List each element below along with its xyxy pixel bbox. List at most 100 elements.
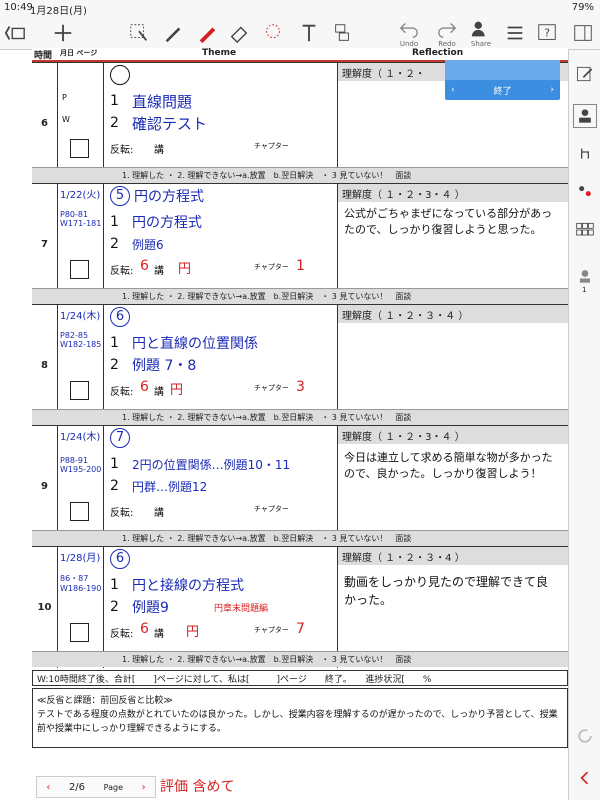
done-checkbox[interactable]	[70, 139, 89, 158]
reflection-text: 今日は連立して求める簡単な物が多かったので、良かった。しっかり復習しよう！	[344, 451, 553, 480]
theme-cell[interactable]: 5 円の方程式 1 円の方程式 2 例題6 反転: 6 講 円 チャプター 1	[104, 184, 338, 305]
summary-text: テストである程度の点数がとれていたのは良かった。しかし、授業内容を理解するのが遅…	[37, 710, 558, 734]
date-text: 1/24(木)	[60, 311, 101, 322]
hand-raise-button[interactable]	[573, 140, 597, 164]
theme-line2: 円群…例題12	[132, 480, 208, 494]
hanten-label: 反転:	[110, 145, 134, 156]
date-cell[interactable]: 1/24(木) P88-91 W195-200 点	[58, 426, 104, 547]
table-row: 10 1/28(月) 86・87 W186-190 点 6 1 円と接線の方程式…	[32, 546, 568, 668]
theme-number: 6	[110, 307, 130, 327]
row-number: 9	[32, 426, 58, 547]
header-theme: Theme	[202, 48, 237, 58]
next-page-button[interactable]: ›	[142, 782, 146, 793]
progress-line[interactable]: W:10時間終了後、合計[ ]ページに対して、私は[ ]ページ 終了。 進捗状況…	[32, 670, 568, 686]
group-button[interactable]	[573, 180, 597, 204]
understanding-strip: 1. 理解した ・ 2. 理解できない→a.放置 b.翌日解決 ・ 3 見ていな…	[32, 167, 568, 183]
select-tool[interactable]	[128, 18, 150, 48]
collapse-button[interactable]	[572, 18, 594, 48]
eraser-tool[interactable]	[228, 18, 250, 48]
shape-tool[interactable]	[332, 18, 354, 48]
theme-number: 6	[110, 549, 130, 569]
page-indicator: 2/6	[68, 781, 86, 793]
theme-cell[interactable]: 6 1 円と接線の方程式 2 例題9 円章末問題編 反転: 6 講 円 チャプタ…	[104, 547, 338, 668]
date-cell[interactable]: P W 点	[58, 63, 104, 184]
undo-label: Undo	[399, 40, 419, 48]
understanding-scale: 理解度（ １・２・３・4 ）	[338, 547, 568, 565]
marker-tool[interactable]	[196, 18, 218, 48]
help-button[interactable]: ?	[536, 18, 558, 48]
chapter-label: チャプター	[254, 505, 289, 513]
done-checkbox[interactable]	[70, 502, 89, 521]
reflection-cell[interactable]: 理解度（ １・２・3・４ ） 公式がごちゃまぜになっている部分があったので、しっ…	[338, 184, 568, 305]
done-checkbox[interactable]	[70, 381, 89, 400]
chevron-left-icon	[580, 771, 589, 785]
understanding-strip: 1. 理解した ・ 2. 理解できない→a.放置 b.翌日解決 ・ 3 見ていな…	[32, 530, 568, 546]
reflection-cell[interactable]: 理解度（ １・２・３・４ ）	[338, 305, 568, 426]
redo-button[interactable]: Redo	[436, 18, 458, 48]
shape-icon	[335, 24, 349, 41]
done-checkbox[interactable]	[70, 623, 89, 642]
prev-page-button[interactable]: ‹	[46, 782, 50, 793]
menu-button[interactable]	[504, 18, 526, 48]
table-row: 9 1/24(木) P88-91 W195-200 点 7 1 2円の位置関係……	[32, 425, 568, 547]
chapter-label: チャプター	[254, 142, 289, 150]
done-checkbox[interactable]	[70, 260, 89, 279]
sidebar-collapse-button[interactable]	[573, 766, 597, 790]
text-tool[interactable]	[298, 18, 320, 48]
edit-button[interactable]	[573, 62, 597, 86]
date-cell[interactable]: 1/28(月) 86・87 W186-190 点	[58, 547, 104, 668]
reflection-text: 動画をしっかり見たので理解できて良かった。	[344, 575, 549, 607]
user-icon	[580, 270, 590, 283]
date-text: 1/22(火)	[60, 190, 101, 201]
back-folder-button[interactable]	[4, 18, 26, 48]
grid-view-button[interactable]	[573, 218, 597, 242]
date-cell[interactable]: 1/24(木) P82-85 W182-185 点	[58, 305, 104, 426]
chapter-value: 7	[296, 621, 305, 637]
date-cell[interactable]: 1/22(火) P80-81 W171-181 点	[58, 184, 104, 305]
ko-label: 講	[154, 629, 164, 640]
reflection-cell[interactable]: 理解度（ １・２・３・4 ） 動画をしっかり見たので理解できて良かった。	[338, 547, 568, 668]
text-icon	[302, 24, 316, 42]
share-label: Share	[470, 40, 492, 48]
pen-tool[interactable]	[162, 18, 184, 48]
undo-button[interactable]: Undo	[398, 18, 420, 48]
row-number: 6	[32, 63, 58, 184]
status-time: 10:49	[4, 2, 33, 13]
reflection-summary[interactable]: ≪反省と課題：前回反省と比較≫ テストである程度の点数がとれていたのは良かった。…	[32, 688, 568, 748]
lasso-select-icon	[130, 24, 148, 41]
date-text: 1/28(月)	[60, 553, 101, 564]
teacher-button[interactable]	[573, 104, 597, 128]
hand-icon	[581, 148, 589, 159]
collapse-icon	[574, 25, 592, 41]
sync-button[interactable]	[573, 724, 597, 748]
status-date: 1月28日(月)	[30, 6, 87, 17]
theme-line1: 円と接線の方程式	[132, 578, 244, 594]
theme-cell[interactable]: 7 1 2円の位置関係…例題10・11 2 円群…例題12 反転: 講 チャプタ…	[104, 426, 338, 547]
popup-next-button[interactable]: ›	[550, 85, 554, 95]
status-bar: 10:49 1月28日(月) 79%	[0, 0, 600, 17]
hanten-label: 反転:	[110, 629, 134, 640]
hanten-label: 反転:	[110, 387, 134, 398]
reflection-cell[interactable]: 理解度（ １・２・3・４ ） 今日は連立して求める簡単な物が多かったので、良かっ…	[338, 426, 568, 547]
theme-cell[interactable]: 6 1 円と直線の位置関係 2 例題 7・8 反転: 6 講 円 チャプター 3	[104, 305, 338, 426]
understanding-strip: 1. 理解した ・ 2. 理解できない→a.放置 b.翌日解決 ・ 3 見ていな…	[32, 288, 568, 304]
theme-line2: 例題6	[132, 238, 164, 252]
popup-prev-button[interactable]: ‹	[451, 85, 455, 95]
participants-button[interactable]	[573, 264, 597, 288]
ko-label: 講	[154, 266, 164, 277]
help-icon: ?	[538, 24, 556, 40]
theme-line1: 2円の位置関係…例題10・11	[132, 458, 291, 472]
ko-label: 講	[154, 508, 164, 519]
left-margin	[0, 50, 32, 800]
chapter-label: チャプター	[254, 263, 289, 271]
understanding-strip: 1. 理解した ・ 2. 理解できない→a.放置 b.翌日解決 ・ 3 見ていな…	[32, 409, 568, 425]
theme-line1: 直線問題	[132, 93, 193, 111]
chapter-label: チャプター	[254, 626, 289, 634]
lasso-tool[interactable]	[262, 18, 284, 48]
redo-label: Redo	[438, 40, 456, 48]
popup-done-button[interactable]: 終了	[493, 84, 511, 97]
add-button[interactable]	[52, 18, 74, 48]
share-button[interactable]: Share	[470, 18, 492, 48]
theme-cell[interactable]: 1 直線問題 2 確認テスト 反転: 講 チャプター	[104, 63, 338, 184]
refresh-icon	[578, 729, 592, 743]
